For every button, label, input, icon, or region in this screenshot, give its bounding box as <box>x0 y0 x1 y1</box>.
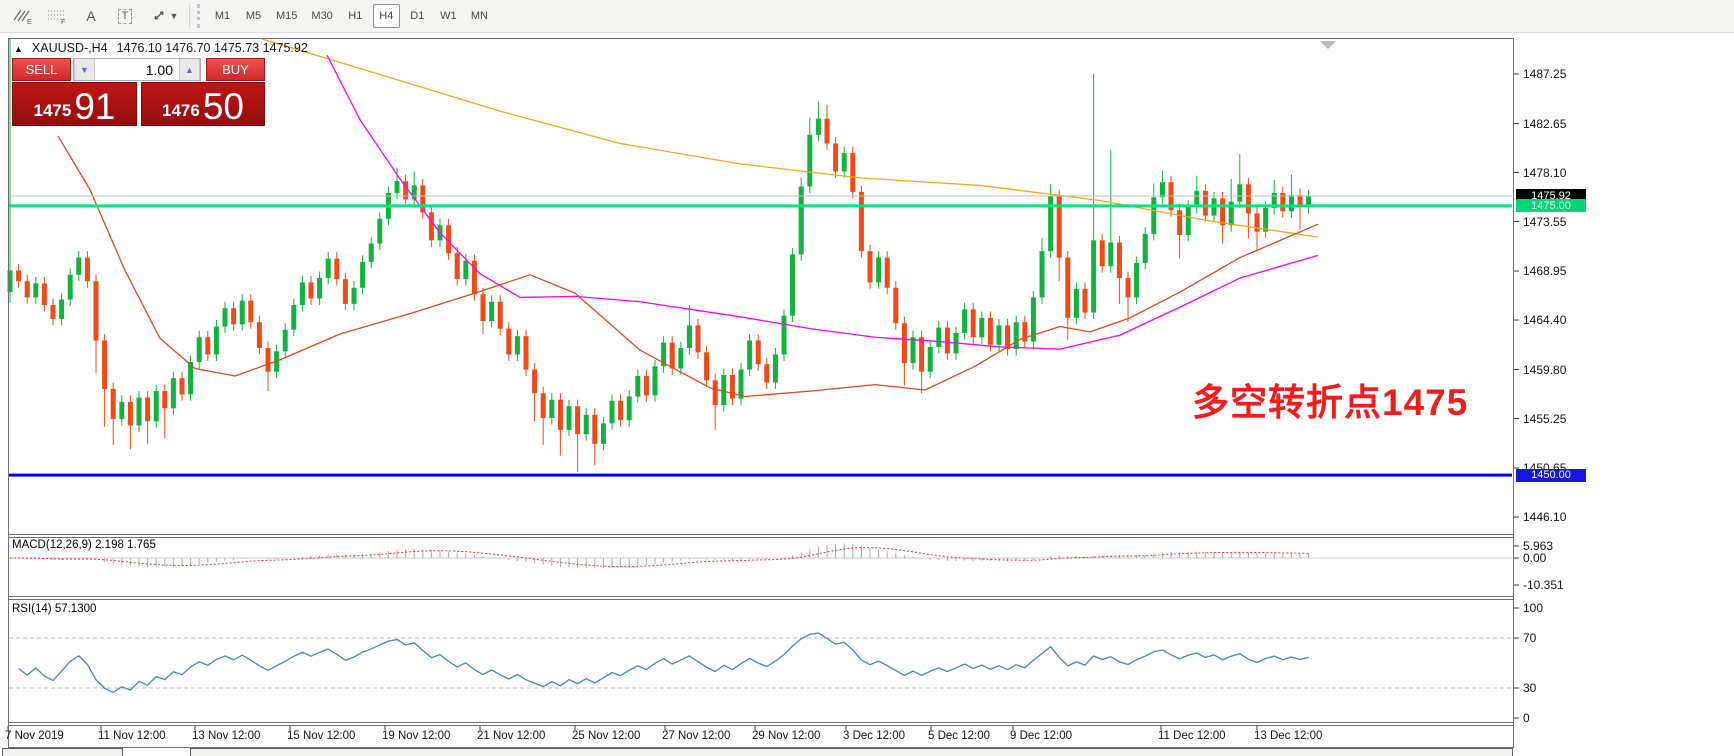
timeframe-button-H1[interactable]: H1 <box>342 4 369 28</box>
sell-price-big-figure: 1475 <box>34 102 72 119</box>
one-click-trading-panel: SELL ▼ ▲ BUY 1475 91 1476 50 <box>12 58 265 126</box>
toolbar-grip <box>197 4 205 28</box>
macd-tick-label: -10.351 <box>1523 578 1564 592</box>
date-tick-label: 7 Nov 2019 <box>5 730 64 742</box>
buy-price-big-figure: 1476 <box>162 102 200 119</box>
macd-tick-label: 0.00 <box>1523 551 1546 565</box>
price-tick-label: 1473.55 <box>1523 215 1566 229</box>
date-tick-label: 29 Nov 12:00 <box>752 730 820 742</box>
toolbar-separator <box>189 4 190 28</box>
sell-price-pips: 91 <box>74 91 115 122</box>
date-tick-label: 5 Dec 12:00 <box>928 730 990 742</box>
collapse-arrow-icon[interactable]: ▲ <box>14 44 23 54</box>
date-tick-label: 21 Nov 12:00 <box>477 730 545 742</box>
date-tick-label: 9 Dec 12:00 <box>1010 730 1072 742</box>
buy-button[interactable]: BUY <box>206 58 265 81</box>
date-tick-label: 19 Nov 12:00 <box>382 730 450 742</box>
timeframe-button-M5[interactable]: M5 <box>240 4 267 28</box>
price-marker-1450.00: 1450.00 <box>1516 469 1586 482</box>
ohlc-values: 1476.10 1476.70 1475.73 1475.92 <box>117 41 308 55</box>
date-tick-label: 25 Nov 12:00 <box>572 730 640 742</box>
svg-text:E: E <box>27 19 32 25</box>
symbol-header: ▲ XAUUSD-,H4 1476.10 1476.70 1475.73 147… <box>14 41 308 55</box>
volume-stepper: ▼ ▲ <box>73 58 201 81</box>
chevron-up-icon: ▲ <box>185 65 194 75</box>
macd-label: MACD(12,26,9) 2.198 1.765 <box>12 539 156 551</box>
price-tick-label: 1468.95 <box>1523 264 1566 278</box>
price-tick-label: 1459.80 <box>1523 363 1566 377</box>
date-tick-label: 11 Nov 12:00 <box>98 730 166 742</box>
rsi-label: RSI(14) 57.1300 <box>12 603 96 615</box>
timeframe-button-MN[interactable]: MN <box>466 4 493 28</box>
mt4-window: E F A T ▼ M1M5M15M30H1H4D1W1MN ▲ XAUUSD-… <box>0 0 1734 756</box>
chart-title: XAUUSD-,H4 <box>32 41 108 55</box>
timeframe-group: M1M5M15M30H1H4D1W1MN <box>209 4 493 28</box>
timeframe-button-M15[interactable]: M15 <box>271 4 302 28</box>
arrows-icon[interactable]: ▼ <box>144 3 184 29</box>
bottom-panel-stub <box>190 748 1513 756</box>
date-tick-label: 3 Dec 12:00 <box>843 730 905 742</box>
date-tick-label: 13 Dec 12:00 <box>1254 730 1322 742</box>
rsi-tick-label: 0 <box>1523 711 1530 725</box>
date-tick-label: 13 Nov 12:00 <box>192 730 260 742</box>
volume-decrease-button[interactable]: ▼ <box>74 59 95 80</box>
volume-increase-button[interactable]: ▲ <box>179 59 200 80</box>
chart-text-annotation: 多空转折点1475 <box>1192 372 1468 426</box>
price-marker-1475.00: 1475.00 <box>1516 199 1586 212</box>
chevron-down-icon: ▼ <box>80 65 89 75</box>
sell-price-quote[interactable]: 1475 91 <box>12 82 137 126</box>
sell-button[interactable]: SELL <box>12 58 71 81</box>
price-tick-label: 1478.10 <box>1523 166 1566 180</box>
grid-icon[interactable]: F <box>42 3 72 29</box>
toolbar: E F A T ▼ M1M5M15M30H1H4D1W1MN <box>0 0 1734 33</box>
timeframe-button-W1[interactable]: W1 <box>435 4 462 28</box>
price-tick-label: 1455.25 <box>1523 412 1566 426</box>
price-tick-label: 1482.65 <box>1523 117 1566 131</box>
price-tick-label: 1487.25 <box>1523 67 1566 81</box>
date-tick-label: 15 Nov 12:00 <box>287 730 355 742</box>
timeframe-button-M1[interactable]: M1 <box>209 4 236 28</box>
textbox-icon[interactable]: T <box>110 3 140 29</box>
chevron-down-icon: ▼ <box>170 11 179 21</box>
rsi-tick-label: 70 <box>1523 631 1536 645</box>
date-tick-label: 11 Dec 12:00 <box>1158 730 1226 742</box>
drawing-tools-group: E F A T ▼ <box>8 3 184 29</box>
buy-price-pips: 50 <box>203 91 244 122</box>
rsi-tick-label: 100 <box>1523 601 1543 615</box>
timeframe-button-H4[interactable]: H4 <box>373 4 400 28</box>
volume-input[interactable] <box>95 59 179 80</box>
price-tick-label: 1446.10 <box>1523 510 1566 524</box>
text-icon[interactable]: A <box>76 3 106 29</box>
price-tick-label: 1464.40 <box>1523 313 1566 327</box>
bottom-panel-stub <box>2 748 123 756</box>
date-tick-label: 27 Nov 12:00 <box>662 730 730 742</box>
draw-pattern-icon[interactable]: E <box>8 3 38 29</box>
rsi-tick-label: 30 <box>1523 681 1536 695</box>
timeframe-button-M30[interactable]: M30 <box>306 4 337 28</box>
buy-price-quote[interactable]: 1476 50 <box>141 82 265 126</box>
svg-text:F: F <box>61 19 65 25</box>
timeframe-button-D1[interactable]: D1 <box>404 4 431 28</box>
